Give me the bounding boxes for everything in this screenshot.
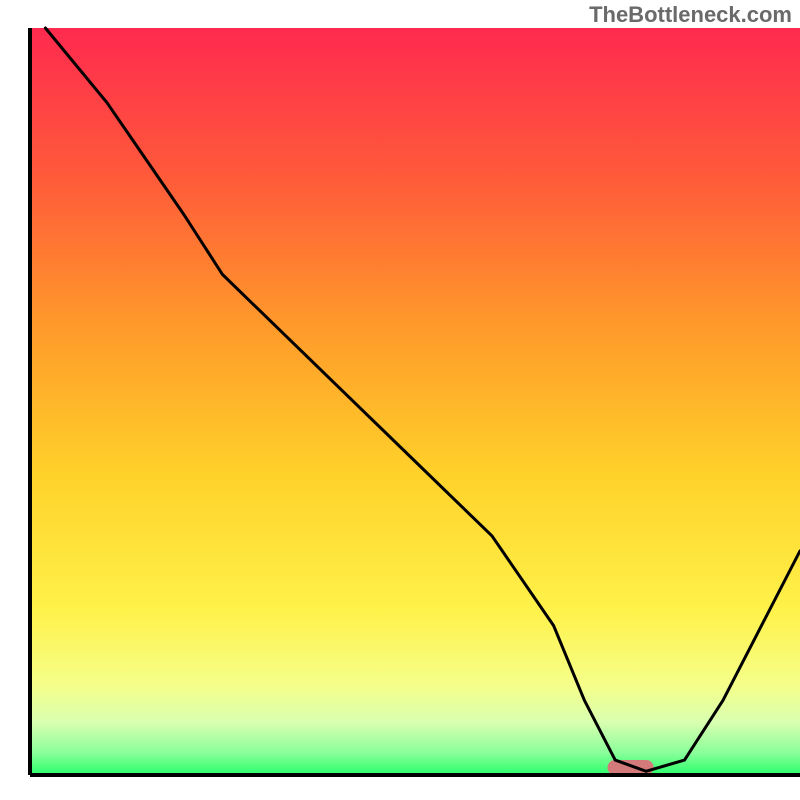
- optimal-marker: [608, 760, 654, 775]
- chart-svg: [0, 0, 800, 800]
- watermark-text: TheBottleneck.com: [589, 2, 792, 28]
- chart-container: TheBottleneck.com: [0, 0, 800, 800]
- gradient-background: [30, 28, 800, 775]
